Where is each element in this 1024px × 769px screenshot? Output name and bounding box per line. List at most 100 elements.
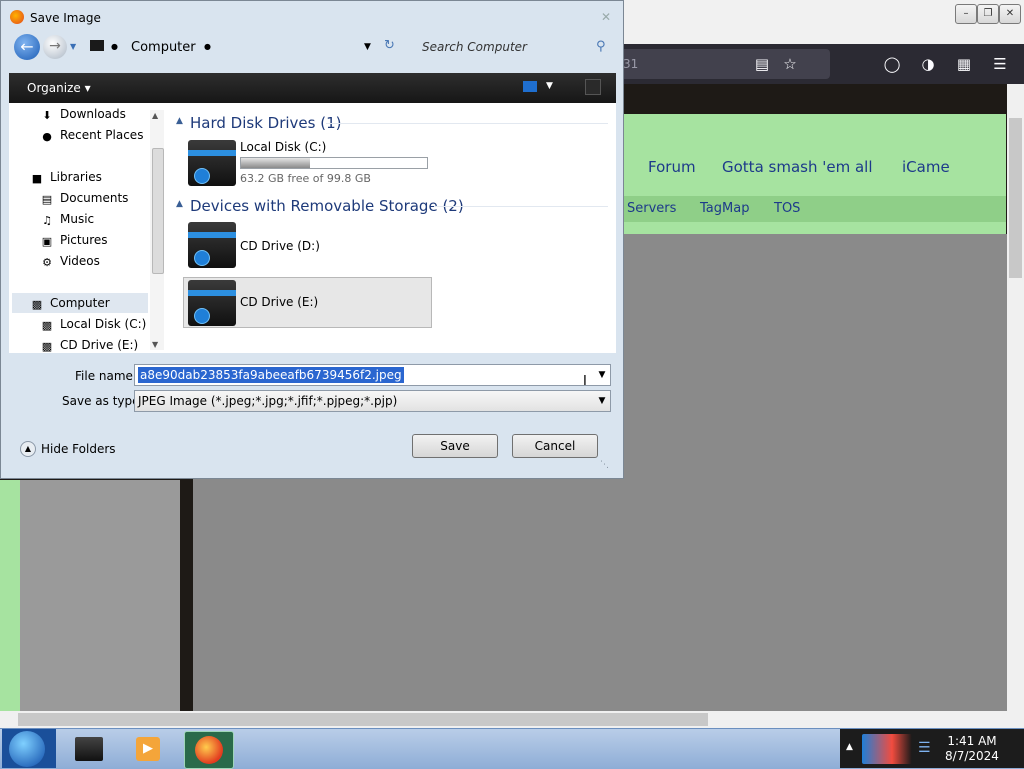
clock-date: 8/7/2024	[945, 749, 999, 763]
close-window-button[interactable]: ✕	[999, 4, 1021, 24]
hide-folders-button[interactable]: Hide Folders	[41, 442, 116, 456]
tree-scroll-down-icon[interactable]: ▼	[152, 340, 158, 349]
disk-free-space: 63.2 GB free of 99.8 GB	[240, 172, 371, 185]
minimize-button[interactable]: –	[955, 4, 977, 24]
breadcrumb-computer[interactable]: Computer	[131, 40, 196, 55]
firefox-icon	[10, 10, 24, 24]
search-icon[interactable]: ⚲	[596, 39, 606, 54]
file-name-value[interactable]: a8e90dab23853fa9abeeafb6739456f2.jpeg	[138, 367, 404, 383]
url-text: 31	[623, 57, 639, 71]
computer-icon	[90, 40, 104, 51]
extensions-puzzle-icon[interactable]: ▦	[952, 52, 976, 76]
disk-icon: ▩	[41, 319, 53, 332]
tree-item-videos[interactable]: ⚙ Videos	[40, 251, 100, 271]
clock[interactable]: 1:41 AM 8/7/2024	[940, 734, 1004, 764]
nav-link-smash[interactable]: Gotta smash 'em all	[722, 158, 873, 176]
nav-spacer	[620, 222, 1006, 234]
disk-capacity-fill	[241, 158, 310, 168]
maximize-button[interactable]: ❐	[977, 4, 999, 24]
tree-scrollbar-thumb[interactable]	[152, 148, 164, 274]
menu-hamburger-icon[interactable]: ☰	[988, 52, 1012, 76]
group-divider	[434, 206, 608, 207]
file-name-dropdown-icon[interactable]: ▼	[595, 368, 609, 382]
media-player-icon: ▶	[136, 737, 160, 761]
nav-link-forum[interactable]: Forum	[648, 158, 696, 176]
tree-item-local-disk-c[interactable]: ▩ Local Disk (C:)	[40, 314, 147, 334]
tray-app-icon[interactable]	[862, 734, 912, 764]
tree-item-music[interactable]: ♫ Music	[40, 209, 94, 229]
videos-icon: ⚙	[42, 256, 52, 269]
save-type-label: Save as type:	[62, 394, 144, 408]
nav-link-tagmap[interactable]: TagMap	[700, 201, 749, 216]
bookmark-star-icon[interactable]: ☆	[778, 52, 802, 76]
group-divider	[326, 123, 608, 124]
cd-drive-d-label[interactable]: CD Drive (D:)	[240, 239, 320, 253]
extension-dark-reader-icon[interactable]: ◑	[916, 52, 940, 76]
search-input[interactable]: Search Computer	[422, 40, 527, 54]
tree-item-recent-places[interactable]: ● Recent Places	[40, 125, 143, 145]
taskbar-app-firefox[interactable]	[184, 731, 234, 769]
save-button[interactable]: Save	[412, 434, 498, 458]
recent-pages-dropdown-icon[interactable]: ▼	[70, 42, 76, 51]
tree-item-downloads[interactable]: ⬇ Downloads	[40, 104, 126, 124]
preview-pane-icon[interactable]	[585, 79, 601, 95]
site-nav-secondary: Servers TagMap TOS	[620, 196, 1006, 222]
windows-start-icon[interactable]	[9, 731, 45, 767]
dialog-close-icon[interactable]: ✕	[598, 10, 614, 26]
vertical-scrollbar-thumb[interactable]	[1009, 118, 1022, 278]
pictures-icon: ▣	[41, 235, 53, 248]
documents-icon: ▤	[41, 193, 53, 206]
show-hidden-icons[interactable]: ▲	[846, 742, 853, 752]
organize-button[interactable]: Organize ▾	[27, 81, 91, 95]
nav-link-icame[interactable]: iCame	[902, 158, 950, 176]
tree-scroll-up-icon[interactable]: ▲	[152, 111, 158, 120]
collapse-removable-icon[interactable]: ▲	[176, 199, 183, 209]
refresh-icon[interactable]: ↻	[384, 38, 395, 53]
forward-arrow-icon[interactable]: →	[43, 35, 67, 59]
taskbar-app-terminal[interactable]	[65, 731, 113, 767]
tree-item-libraries[interactable]: ■ Libraries	[30, 167, 102, 187]
site-nav-primary: Forum Gotta smash 'em all iCame	[620, 114, 1006, 196]
tree-item-cd-drive-e[interactable]: ▩ CD Drive (E:)	[40, 335, 138, 355]
tree-item-documents[interactable]: ▤ Documents	[40, 188, 129, 208]
cd-drive-e-label[interactable]: CD Drive (E:)	[240, 295, 318, 309]
save-type-dropdown-icon[interactable]: ▼	[595, 394, 609, 408]
network-icon[interactable]: ☰	[918, 740, 931, 756]
taskbar-app-media-player[interactable]: ▶	[124, 731, 172, 767]
view-dropdown-icon[interactable]: ▼	[546, 81, 553, 91]
view-options-icon[interactable]	[523, 81, 537, 92]
clock-time: 1:41 AM	[947, 734, 997, 748]
dialog-title: Save Image	[30, 11, 101, 25]
breadcrumb-chevron-icon[interactable]: ●	[204, 42, 211, 51]
tree-item-computer[interactable]: ▩ Computer	[30, 293, 110, 313]
cd-drive-d-icon[interactable]	[188, 222, 236, 268]
group-removable-storage[interactable]: Devices with Removable Storage (2)	[190, 197, 464, 215]
local-disk-icon[interactable]	[188, 140, 236, 186]
libraries-icon: ■	[31, 172, 43, 185]
save-type-value[interactable]: JPEG Image (*.jpeg;*.jpg;*.jfif;*.pjpeg;…	[138, 394, 397, 408]
computer-icon: ▩	[31, 298, 43, 311]
reader-view-icon[interactable]: ▤	[750, 52, 774, 76]
resize-grip-icon[interactable]: ⋱	[600, 460, 609, 470]
terminal-icon	[75, 737, 103, 761]
cd-drive-icon: ▩	[41, 340, 53, 353]
horizontal-scrollbar-thumb[interactable]	[18, 713, 708, 726]
left-gutter	[0, 480, 20, 712]
cancel-button[interactable]: Cancel	[512, 434, 598, 458]
recent-places-icon: ●	[42, 130, 52, 143]
back-arrow-icon[interactable]: ←	[14, 34, 40, 60]
cd-drive-e-icon[interactable]	[188, 280, 236, 326]
collapse-hard-disks-icon[interactable]: ▲	[176, 116, 183, 126]
text-cursor-icon: I	[583, 374, 587, 389]
local-disk-c-label[interactable]: Local Disk (C:)	[240, 140, 326, 154]
nav-link-tos[interactable]: TOS	[774, 201, 800, 216]
group-hard-disk-drives[interactable]: Hard Disk Drives (1)	[190, 114, 341, 132]
breadcrumb-separator-icon[interactable]: ●	[111, 42, 118, 51]
music-icon: ♫	[42, 214, 52, 227]
pocket-icon[interactable]: ◯	[880, 52, 904, 76]
tree-item-pictures[interactable]: ▣ Pictures	[40, 230, 108, 250]
thumbnail-placeholder[interactable]	[20, 480, 180, 712]
address-dropdown-icon[interactable]: ▼	[364, 42, 371, 52]
nav-link-servers[interactable]: Servers	[627, 201, 676, 216]
hide-folders-icon[interactable]: ▲	[20, 441, 36, 457]
